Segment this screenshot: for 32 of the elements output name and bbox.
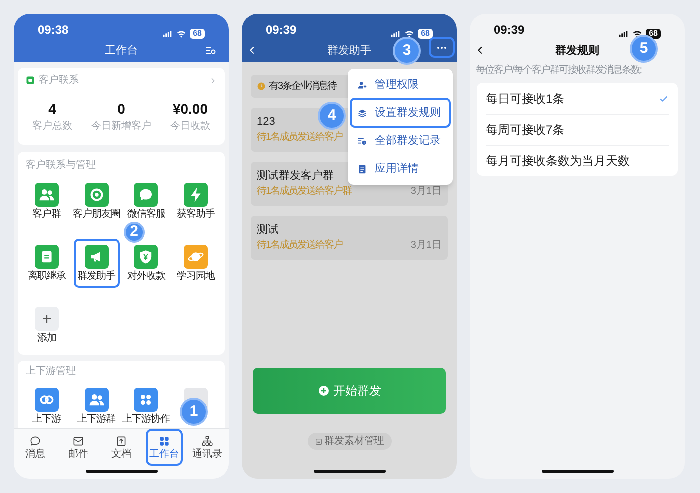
step-badge: 5 bbox=[630, 35, 658, 63]
stat-value: ¥0.00 bbox=[172, 101, 208, 117]
message-date: 3月1日 bbox=[410, 186, 442, 198]
step-badge: 2 bbox=[124, 222, 145, 243]
stat-value: 4 bbox=[48, 101, 56, 117]
message-title: 123 bbox=[257, 115, 276, 129]
stat-label: 今日收款 bbox=[170, 121, 210, 133]
battery-level: 68 bbox=[646, 29, 661, 39]
card-title: 客户联系 bbox=[39, 74, 79, 88]
section-title: 上下游管理 bbox=[25, 364, 77, 379]
message-status: 待1名成员发送给客户 bbox=[257, 240, 343, 252]
status-time: 09:39 bbox=[266, 22, 297, 39]
screen-title: 工作台 bbox=[105, 44, 138, 59]
step-badge: 3 bbox=[393, 37, 421, 65]
screen-title: 群发助手 bbox=[328, 44, 372, 59]
message-status: 待1名成员发送给客户 bbox=[257, 132, 343, 144]
message-title: 测试 bbox=[257, 223, 279, 237]
message-date: 3月1日 bbox=[410, 240, 442, 252]
section-title: 客户联系与管理 bbox=[25, 158, 97, 173]
battery-level: 68 bbox=[418, 29, 433, 39]
step-badge: 4 bbox=[318, 102, 346, 130]
status-time: 09:39 bbox=[494, 22, 525, 39]
notice-text: 有3条企业消息待 bbox=[269, 80, 337, 94]
status-time: 09:38 bbox=[38, 22, 69, 39]
stat-label: 客户总数 bbox=[32, 121, 72, 133]
stat-value: 0 bbox=[118, 101, 126, 117]
message-title: 测试群发客户群 bbox=[257, 169, 334, 183]
stat-label: 今日新增客户 bbox=[92, 121, 152, 133]
battery-level: 68 bbox=[190, 29, 205, 39]
hint-text: 每位客户/每个客户群可接收群发消息条数: bbox=[476, 64, 642, 78]
screen-title: 群发规则 bbox=[556, 44, 600, 59]
message-status: 待1名成员发送给客户群 bbox=[257, 186, 352, 198]
